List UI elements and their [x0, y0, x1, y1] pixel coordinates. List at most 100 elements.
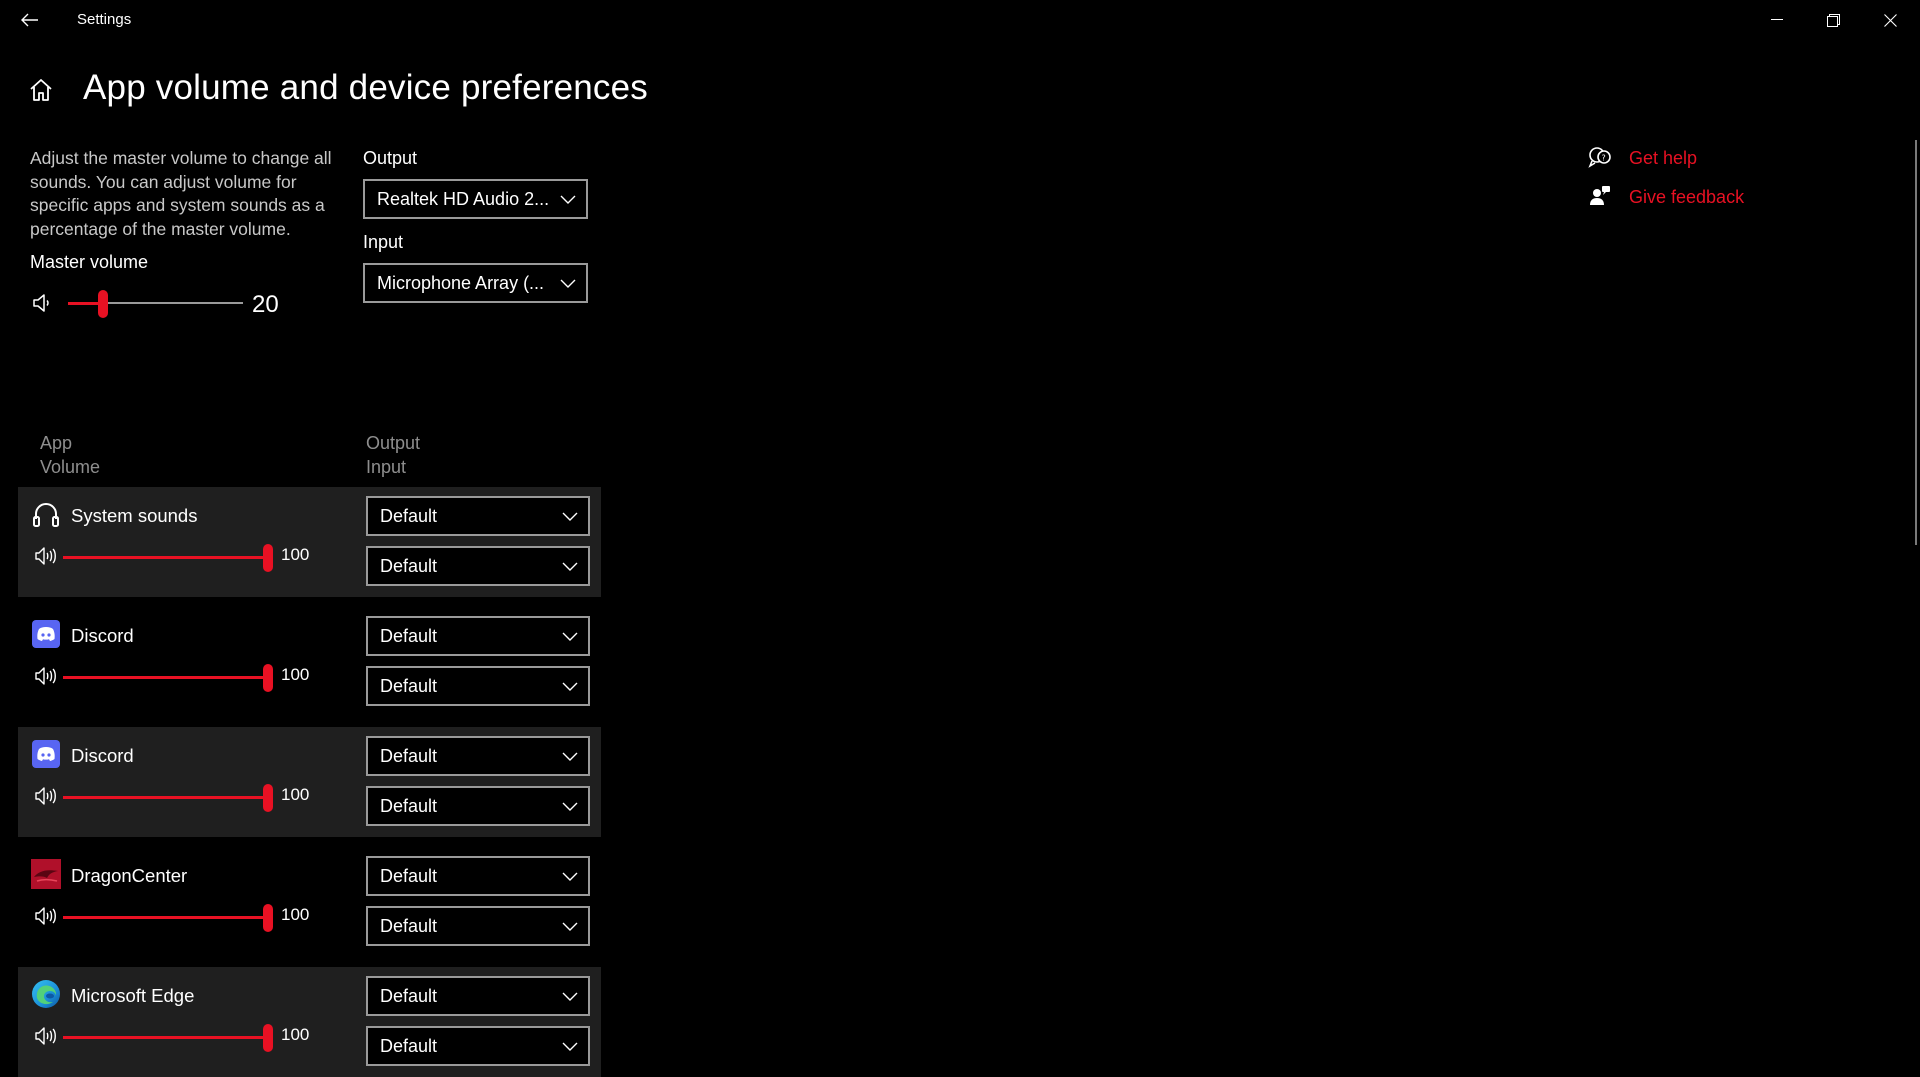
- app-output-dropdown[interactable]: Default: [366, 856, 590, 896]
- get-help-icon: ?: [1588, 146, 1612, 173]
- app-name: System sounds: [71, 505, 198, 526]
- output-label: Output: [363, 148, 418, 168]
- headphones-icon: [31, 499, 61, 529]
- master-volume-thumb[interactable]: [98, 290, 108, 318]
- app-volume-slider[interactable]: [63, 903, 273, 933]
- app-row: Discord 100 Default Default: [18, 727, 601, 837]
- speaker-icon[interactable]: [35, 1026, 57, 1051]
- app-volume-slider[interactable]: [63, 663, 273, 693]
- app-output-selected: Default: [380, 985, 438, 1006]
- column-header-app: App: [40, 433, 73, 453]
- chevron-down-icon: [552, 858, 588, 894]
- app-volume-slider[interactable]: [63, 543, 273, 573]
- output-device-dropdown[interactable]: Realtek HD Audio 2...: [363, 179, 588, 219]
- app-volume-track-filled: [63, 676, 268, 679]
- app-row: Discord 100 Default Default: [18, 607, 601, 717]
- restore-icon: [1827, 13, 1840, 27]
- discord-icon: [31, 739, 61, 769]
- speaker-icon[interactable]: [35, 546, 57, 571]
- chevron-down-icon: [550, 265, 586, 301]
- page-title: App volume and device preferences: [83, 68, 648, 107]
- app-name: Discord: [71, 745, 134, 766]
- app-volume-track-filled: [63, 556, 268, 559]
- output-device-selected: Realtek HD Audio 2...: [377, 188, 550, 209]
- restore-button[interactable]: [1805, 0, 1862, 40]
- give-feedback-icon: [1589, 185, 1611, 212]
- app-row: Microsoft Edge 100 Default Default: [18, 967, 601, 1077]
- chevron-down-icon: [552, 1028, 588, 1064]
- back-arrow-icon: [21, 13, 38, 27]
- minimize-button[interactable]: [1748, 0, 1805, 40]
- master-volume-label: Master volume: [30, 252, 149, 272]
- scrollbar-thumb[interactable]: [1915, 140, 1917, 545]
- master-volume-value: 20: [252, 291, 279, 318]
- input-device-selected: Microphone Array (...: [377, 272, 545, 293]
- speaker-icon[interactable]: [35, 906, 57, 931]
- chevron-down-icon: [552, 618, 588, 654]
- app-row: DragonCenter 100 Default Default: [18, 847, 601, 957]
- app-name: DragonCenter: [71, 865, 188, 886]
- chevron-down-icon: [552, 978, 588, 1014]
- close-icon: [1884, 13, 1897, 27]
- master-volume-track-empty: [103, 302, 243, 304]
- chevron-down-icon: [552, 908, 588, 944]
- chevron-down-icon: [552, 788, 588, 824]
- minimize-icon: [1770, 19, 1783, 20]
- app-input-selected: Default: [380, 1035, 438, 1056]
- dragoncenter-icon: [31, 859, 61, 889]
- app-volume-value: 100: [281, 545, 310, 564]
- title-bar: Settings: [0, 0, 1920, 40]
- app-input-dropdown[interactable]: Default: [366, 786, 590, 826]
- home-button[interactable]: [28, 78, 58, 106]
- app-volume-thumb[interactable]: [263, 664, 273, 692]
- app-volume-thumb[interactable]: [263, 1024, 273, 1052]
- input-label: Input: [363, 232, 404, 252]
- master-volume-slider[interactable]: [68, 290, 243, 318]
- speaker-icon[interactable]: [35, 786, 57, 811]
- app-output-dropdown[interactable]: Default: [366, 496, 590, 536]
- app-output-dropdown[interactable]: Default: [366, 736, 590, 776]
- get-help-link[interactable]: Get help: [1629, 148, 1697, 169]
- app-input-dropdown[interactable]: Default: [366, 546, 590, 586]
- app-name: Microsoft Edge: [71, 985, 195, 1006]
- give-feedback-link[interactable]: Give feedback: [1629, 187, 1744, 208]
- chevron-down-icon: [550, 181, 586, 217]
- app-volume-thumb[interactable]: [263, 544, 273, 572]
- back-button[interactable]: [14, 6, 46, 34]
- close-button[interactable]: [1862, 0, 1919, 40]
- app-output-selected: Default: [380, 745, 438, 766]
- input-device-dropdown[interactable]: Microphone Array (...: [363, 263, 588, 303]
- chevron-down-icon: [552, 498, 588, 534]
- app-input-selected: Default: [380, 675, 438, 696]
- app-input-selected: Default: [380, 555, 438, 576]
- speaker-icon[interactable]: [35, 666, 57, 691]
- app-input-selected: Default: [380, 915, 438, 936]
- app-volume-thumb[interactable]: [263, 784, 273, 812]
- app-output-selected: Default: [380, 505, 438, 526]
- app-volume-track-filled: [63, 796, 268, 799]
- column-header-output: Output: [366, 433, 421, 453]
- app-volume-thumb[interactable]: [263, 904, 273, 932]
- app-output-dropdown[interactable]: Default: [366, 976, 590, 1016]
- app-output-selected: Default: [380, 625, 438, 646]
- app-volume-track-filled: [63, 1036, 268, 1039]
- app-volume-slider[interactable]: [63, 1023, 273, 1053]
- app-output-dropdown[interactable]: Default: [366, 616, 590, 656]
- master-volume-description: Adjust the master volume to change all s…: [30, 148, 332, 239]
- home-icon: [30, 79, 52, 101]
- column-header-volume: Volume: [40, 457, 101, 477]
- app-input-dropdown[interactable]: Default: [366, 1026, 590, 1066]
- app-input-dropdown[interactable]: Default: [366, 666, 590, 706]
- app-input-dropdown[interactable]: Default: [366, 906, 590, 946]
- app-name: Discord: [71, 625, 134, 646]
- app-volume-value: 100: [281, 665, 310, 684]
- app-volume-value: 100: [281, 905, 310, 924]
- chevron-down-icon: [552, 668, 588, 704]
- app-input-selected: Default: [380, 795, 438, 816]
- column-header-input: Input: [366, 457, 407, 477]
- app-volume-slider[interactable]: [63, 783, 273, 813]
- window-title: Settings: [77, 11, 132, 28]
- app-output-selected: Default: [380, 865, 438, 886]
- speaker-mute-icon[interactable]: [32, 293, 54, 318]
- chevron-down-icon: [552, 548, 588, 584]
